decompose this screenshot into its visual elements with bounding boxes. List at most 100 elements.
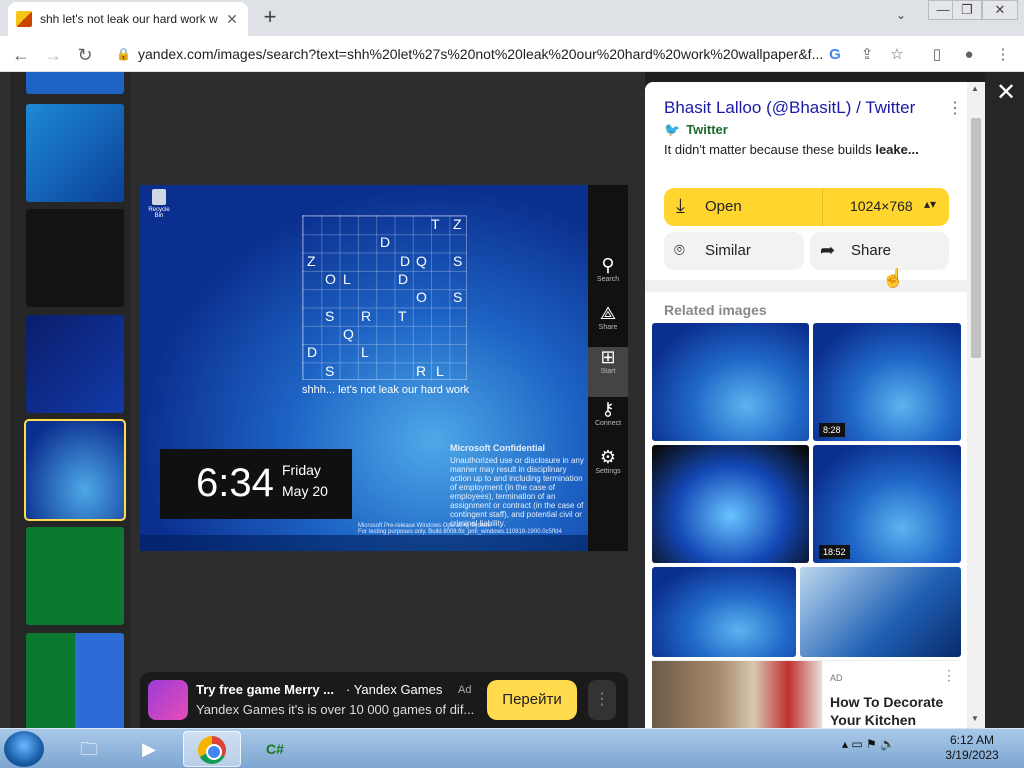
reload-button[interactable]: ↻ [72, 42, 98, 68]
window-close-button[interactable]: ✕ [982, 0, 1018, 20]
image-info-panel: Bhasit Lalloo (@BhasitL) / Twitter ⋮ 🐦 Tw… [645, 82, 985, 728]
ad-title[interactable]: Try free game Merry ... [196, 682, 334, 697]
new-tab-button[interactable]: + [258, 6, 282, 28]
related-image[interactable]: 18:52 [813, 445, 961, 563]
grid-letter: T [431, 216, 440, 232]
lockscreen-clock: 6:34 Friday May 20 [160, 449, 352, 519]
grid-letter: Z [307, 253, 316, 269]
thumbnail[interactable] [26, 315, 124, 413]
page-right-edge [985, 72, 1024, 728]
system-clock[interactable]: 6:12 AM 3/19/2023 [944, 733, 1000, 763]
grid-letter: T [398, 308, 407, 324]
main-image[interactable]: Recycle Bin T Z D Z D Q S O L D O S S R … [140, 185, 628, 551]
thumbnail-selected[interactable] [24, 419, 126, 521]
ad-label: AD [830, 673, 843, 683]
thumbnail[interactable] [26, 209, 124, 307]
clock-date: 3/19/2023 [945, 748, 999, 762]
chrome-icon[interactable] [183, 731, 241, 767]
charm-label: Search [596, 276, 620, 283]
ad-source: · Yandex Games [346, 682, 443, 697]
grid-letter: Q [343, 326, 354, 342]
source-name: Twitter [686, 122, 728, 137]
ad-menu-button[interactable]: ⋮ [942, 667, 956, 684]
source-domain[interactable]: 🐦 Twitter [664, 122, 728, 138]
thumbnail[interactable] [26, 527, 124, 625]
similar-button[interactable]: ⌾ Similar [664, 232, 804, 270]
grid-letter: O [325, 271, 336, 287]
thumbnail[interactable] [26, 104, 124, 202]
ad-description: Yandex Games it's is over 10 000 games o… [196, 702, 475, 717]
related-ad[interactable]: AD ⋮ How To Decorate Your Kitchen [652, 660, 960, 728]
grid-letter: L [361, 344, 369, 360]
tab-close-button[interactable]: ✕ [224, 11, 240, 28]
letter-grid: T Z D Z D Q S O L D O S S R T Q D L S R [302, 215, 467, 380]
charms-bar: ⚲ Search ⟁ Share ⊞ Start ⚷ Connect ⚙ Settings [588, 185, 628, 551]
grid-letter: S [453, 289, 463, 305]
related-image[interactable] [800, 567, 961, 657]
close-viewer-button[interactable]: ✕ [994, 78, 1018, 107]
image-stage: Recycle Bin T Z D Z D Q S O L D O S S R … [130, 72, 645, 728]
confidential-title: Microsoft Confidential [450, 443, 545, 453]
source-description: It didn't matter because these builds le… [664, 142, 946, 157]
sidebar-icon[interactable]: ▯ [926, 44, 948, 66]
forward-button[interactable]: → [40, 42, 66, 68]
panel-menu-button[interactable]: ⋮ [947, 98, 963, 118]
explorer-icon[interactable]: 🗀 [60, 731, 118, 767]
grid-letter: D [400, 253, 411, 269]
image-taskbar [140, 535, 588, 551]
yandex-favicon-icon [16, 11, 32, 27]
back-button[interactable]: ← [8, 42, 34, 68]
open-button[interactable]: ⤓ Open 1024×768 ▴▾ [664, 188, 949, 226]
lock-icon: 🔒 [116, 47, 131, 61]
grid-letter: D [398, 271, 409, 287]
charm-label: Settings [595, 468, 621, 475]
thumbnail-rail [10, 72, 130, 728]
google-icon[interactable]: G [824, 44, 846, 66]
profile-icon[interactable]: ● [958, 44, 980, 66]
size-select[interactable]: 1024×768 [850, 198, 913, 214]
grid-letter: D [307, 344, 318, 360]
open-divider [822, 188, 823, 226]
share-icon[interactable]: ⇪ [856, 44, 878, 66]
ad-banner[interactable]: Try free game Merry ... · Yandex Games A… [140, 672, 628, 728]
source-title-link[interactable]: Bhasit Lalloo (@BhasitL) / Twitter [664, 98, 954, 118]
menu-icon[interactable]: ⋮ [992, 44, 1014, 66]
download-icon: ⤓ [676, 195, 685, 217]
system-tray[interactable]: ▴ ▭ ⚑ 🔊 [842, 737, 895, 751]
charm-label: Connect [594, 420, 622, 427]
related-image[interactable] [652, 445, 809, 563]
share-button[interactable]: ➦ Share [810, 232, 949, 270]
clock-time: 6:12 AM [949, 733, 995, 747]
ad-cta-button[interactable]: Перейти [487, 680, 577, 720]
scroll-up-icon[interactable]: ▲ [971, 84, 979, 93]
thumbnail[interactable] [26, 72, 124, 94]
game-icon [148, 680, 188, 720]
star-icon[interactable]: ☆ [886, 44, 908, 66]
panel-divider [645, 280, 985, 292]
start-button[interactable] [4, 731, 44, 767]
browser-tab[interactable]: shh let's not leak our hard work w ✕ [8, 2, 248, 36]
scroll-thumb[interactable] [971, 118, 981, 358]
grid-letter: Q [416, 253, 427, 269]
tab-search-button[interactable]: ⌄ [896, 8, 906, 22]
description-bold: leake... [875, 142, 919, 157]
ad-more-button[interactable]: ⋮ [588, 680, 616, 720]
media-player-icon[interactable]: ▶ [120, 731, 178, 767]
grid-letter: Z [453, 216, 462, 232]
recycle-bin-label: Recycle Bin [148, 207, 170, 219]
related-image[interactable] [652, 567, 796, 657]
panel-scrollbar[interactable]: ▲ ▼ [967, 82, 985, 728]
share-arrow-icon: ➦ [820, 240, 836, 260]
similar-label: Similar [705, 242, 751, 259]
search-icon: ⚲ Search [588, 255, 628, 283]
ad-headline: How To Decorate Your Kitchen [830, 694, 944, 728]
related-image[interactable] [652, 323, 809, 441]
grid-letter: S [325, 308, 335, 324]
related-image[interactable]: 8:28 [813, 323, 961, 441]
address-bar[interactable]: 🔒 yandex.com/images/search?text=shh%20le… [110, 40, 910, 68]
scroll-down-icon[interactable]: ▼ [971, 714, 979, 723]
restore-button[interactable]: ❐ [952, 0, 982, 20]
csharp-icon[interactable]: C# [246, 731, 304, 767]
grid-letter: R [416, 363, 427, 379]
thumbnail[interactable] [26, 633, 124, 728]
